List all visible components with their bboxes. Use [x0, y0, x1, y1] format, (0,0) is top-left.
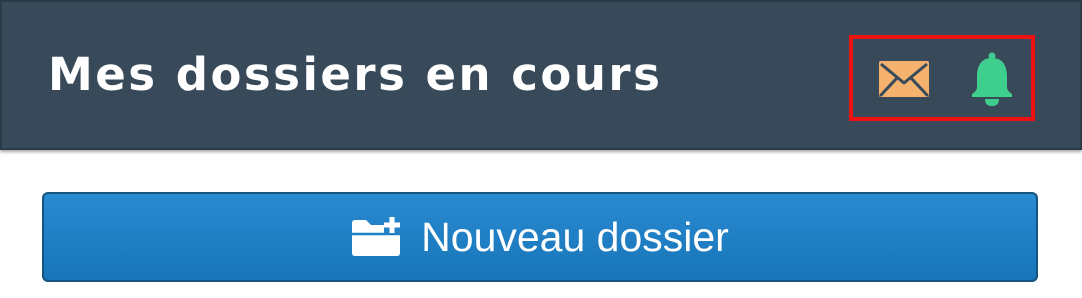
- bell-icon[interactable]: [968, 51, 1016, 107]
- new-folder-button-label: Nouveau dossier: [421, 214, 729, 260]
- page-title: Mes dossiers en cours: [48, 48, 663, 101]
- new-folder-button[interactable]: Nouveau dossier: [42, 192, 1038, 282]
- header-icon-group-highlight: [849, 35, 1035, 121]
- new-folder-button-content: Nouveau dossier: [44, 194, 1036, 280]
- envelope-icon[interactable]: [878, 59, 930, 99]
- header-bar: Mes dossiers en cours: [0, 0, 1082, 150]
- folder-plus-icon: [352, 217, 401, 256]
